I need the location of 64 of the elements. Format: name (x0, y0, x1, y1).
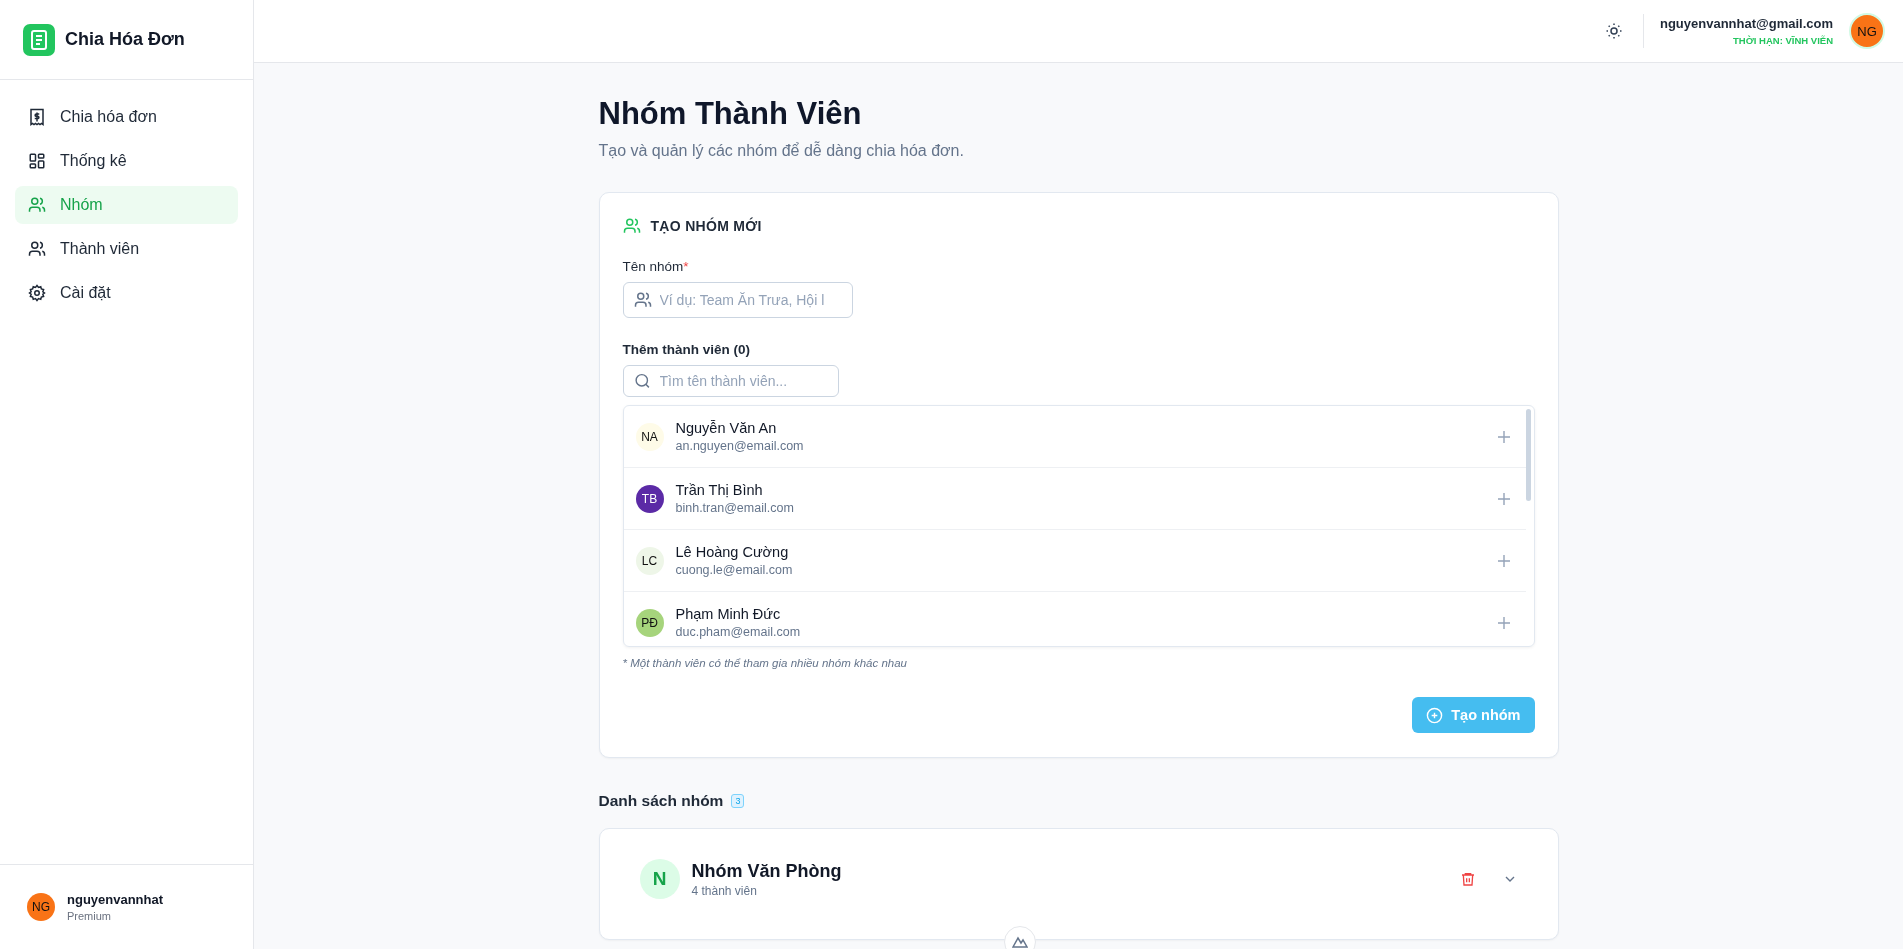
app-name: Chia Hóa Đơn (65, 29, 185, 50)
add-button[interactable] (1497, 492, 1510, 505)
search-icon (633, 372, 651, 390)
field-label: Tên nhóm (622, 259, 684, 274)
member-avatar: NA (635, 422, 664, 451)
app-logo-icon (23, 23, 55, 56)
section-heading: TẠO NHÓM MỚI (650, 218, 762, 234)
users-icon (622, 217, 641, 235)
user-name: nguyenvannhat (67, 892, 164, 907)
group-name-field[interactable]: Ví dụ: Team Ăn Trưa, Hội l (622, 282, 853, 318)
group-name: Nhóm Văn Phòng (691, 860, 842, 882)
nav-item[interactable]: Thống kê (15, 142, 238, 180)
add-button[interactable] (1497, 430, 1510, 443)
user-avatar[interactable]: NG (1849, 13, 1885, 49)
plus-icon (1497, 430, 1510, 443)
sun-icon (1604, 22, 1623, 40)
license-status: THỜI HẠN: VĨNH VIỄN (1732, 35, 1833, 46)
search-field[interactable]: Tìm tên thành viên... (622, 365, 839, 397)
member-row[interactable]: TB Trần Thị Bình binh.tran@email.com (623, 468, 1526, 530)
users-icon (633, 291, 652, 309)
member-name: Phạm Minh Đức (675, 606, 782, 622)
member-count: 4 thành viên (691, 883, 758, 898)
trash-icon (1459, 871, 1476, 887)
grid-icon (28, 152, 46, 170)
mountain-icon (1012, 936, 1028, 948)
nav-item[interactable]: Thành viên (15, 230, 238, 268)
users-icon (28, 240, 46, 258)
page-title: Nhóm Thành Viên (598, 96, 863, 132)
count-badge: 3 (731, 794, 745, 808)
member-row[interactable]: PĐ Phạm Minh Đức duc.pham@email.com (623, 592, 1526, 646)
nav-item[interactable]: Chia hóa đơn (15, 98, 238, 136)
member-avatar: TB (635, 484, 664, 513)
scrollbar[interactable] (1525, 409, 1531, 501)
plus-icon (1497, 554, 1510, 567)
user-plan: Premium (67, 910, 112, 922)
member-name: Nguyễn Văn An (675, 420, 778, 436)
member-email: cuong.le@email.com (675, 563, 794, 577)
receipt-icon (28, 108, 46, 126)
member-email: an.nguyen@email.com (675, 439, 805, 453)
plus-icon (1497, 492, 1510, 505)
member-avatar: LC (635, 546, 664, 575)
section-heading: Danh sách nhóm (598, 792, 724, 810)
plus-icon (1497, 616, 1510, 629)
group-avatar: N (639, 859, 680, 899)
required-mark: * (683, 259, 689, 274)
settings-icon (28, 284, 46, 302)
add-button[interactable] (1497, 616, 1510, 629)
add-button[interactable] (1497, 554, 1510, 567)
users-icon (28, 196, 46, 214)
hint-text: * Một thành viên có thể tham gia nhiều nhóm khác nhau (622, 657, 908, 669)
nav-item[interactable]: Cài đặt (15, 274, 238, 312)
page-subtitle: Tạo và quản lý các nhóm để dễ dàng chia hóa đơn. (598, 142, 965, 160)
delete-button[interactable] (1459, 871, 1476, 887)
plus-circle-icon (1426, 706, 1444, 724)
user-avatar: NG (27, 893, 55, 921)
member-email: duc.pham@email.com (675, 625, 802, 639)
member-name: Lê Hoàng Cường (675, 544, 790, 560)
member-row[interactable]: NA Nguyễn Văn An an.nguyen@email.com (623, 406, 1526, 468)
member-name: Trần Thị Bình (675, 482, 764, 498)
member-row[interactable]: LC Lê Hoàng Cường cuong.le@email.com (623, 530, 1526, 592)
account-email: nguyenvannhat@gmail.com (1659, 16, 1833, 31)
field-label: Thêm thành viên (0) (622, 342, 751, 357)
member-avatar: PĐ (635, 608, 664, 637)
member-email: binh.tran@email.com (675, 501, 795, 515)
